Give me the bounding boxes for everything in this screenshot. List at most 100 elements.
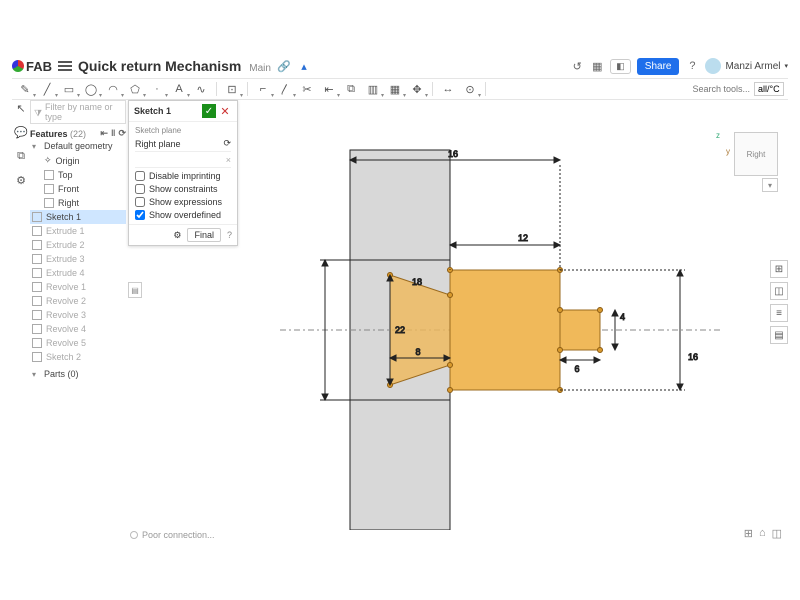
panel-settings-icon[interactable]: ⚙ <box>173 230 181 241</box>
tool-sketch[interactable]: ✎▾ <box>16 80 34 98</box>
checkbox[interactable] <box>135 184 145 194</box>
opt-show-constraints[interactable]: Show constraints <box>135 184 231 194</box>
tree-plane-top[interactable]: Top <box>30 168 126 182</box>
tool-transform[interactable]: ✥▾ <box>408 80 426 98</box>
tree-collapse-icon[interactable]: ⇤ <box>100 128 108 139</box>
right-tool-2[interactable]: ◫ <box>770 282 788 300</box>
dim-4: 4 <box>620 312 625 322</box>
footer-icon-3[interactable]: ◫ <box>772 527 782 540</box>
tree-origin[interactable]: ✧ Origin <box>30 153 126 168</box>
rail-comments-icon[interactable]: 💬 <box>13 124 29 140</box>
tree-feature[interactable]: Revolve 4 <box>30 322 126 336</box>
right-tool-1[interactable]: ⊞ <box>770 260 788 278</box>
clear-field-icon[interactable]: × <box>226 155 231 165</box>
feature-icon <box>32 254 42 264</box>
tree-feature[interactable]: Revolve 1 <box>30 280 126 294</box>
apps-icon[interactable]: ▦ <box>590 59 604 73</box>
sketch-plane-value[interactable]: Right plane <box>135 139 181 149</box>
tree-feature[interactable]: Sketch 2 <box>30 350 126 364</box>
app-switcher[interactable]: ◧ <box>610 59 631 74</box>
checkbox-label: Disable imprinting <box>149 171 221 181</box>
cancel-button[interactable]: ✕ <box>218 104 232 118</box>
tool-point[interactable]: ·▾ <box>148 80 166 98</box>
tree-item-label: Revolve 3 <box>46 310 86 320</box>
logo-text: FAB <box>26 59 52 74</box>
opt-show-overdefined[interactable]: Show overdefined <box>135 210 231 220</box>
tool-text[interactable]: A▾ <box>170 80 188 98</box>
tool-rect[interactable]: ▭▾ <box>60 80 78 98</box>
tool-trim[interactable]: ✂ <box>298 80 316 98</box>
tool-line[interactable]: ╱▾ <box>38 80 56 98</box>
app-logo[interactable]: FAB <box>12 59 52 74</box>
sketch-canvas[interactable]: 16 12 16 4 6 8 22 18 <box>240 110 760 530</box>
plane-icon <box>44 198 54 208</box>
tree-item-label: Extrude 3 <box>46 254 85 264</box>
tree-pause-icon[interactable]: ‖ <box>111 128 115 139</box>
tree-feature[interactable]: Extrude 3 <box>30 252 126 266</box>
units-input[interactable] <box>754 82 784 96</box>
footer-icon-2[interactable]: ⌂ <box>759 527 766 540</box>
tool-mirror[interactable]: ▥▾ <box>364 80 382 98</box>
tool-extend[interactable]: ⇤▾ <box>320 80 338 98</box>
tree-item-label: Top <box>58 170 73 180</box>
tree-default-geometry[interactable]: ▾ Default geometry <box>30 139 126 153</box>
footer-icon-1[interactable]: ⊞ <box>744 527 753 540</box>
tree-feature[interactable]: Revolve 3 <box>30 308 126 322</box>
bookmark-icon[interactable]: ▴ <box>297 59 311 73</box>
tool-polygon[interactable]: ⬠▾ <box>126 80 144 98</box>
opt-disable-imprinting[interactable]: Disable imprinting <box>135 171 231 181</box>
panel-help-icon[interactable]: ? <box>227 230 232 240</box>
tool-arc[interactable]: ◠▾ <box>104 80 122 98</box>
feature-icon <box>32 310 42 320</box>
tree-parts[interactable]: ▾ Parts (0) <box>30 367 126 381</box>
feature-filter[interactable]: ⧩ Filter by name or type <box>30 100 126 124</box>
tool-pattern[interactable]: ▦▾ <box>386 80 404 98</box>
checkbox[interactable] <box>135 210 145 220</box>
link-icon[interactable]: 🔗 <box>277 59 291 73</box>
panel-collapse-toggle[interactable]: ▤ <box>128 282 142 298</box>
tool-chamfer[interactable]: 〳▾ <box>276 80 294 98</box>
tree-item-label: Revolve 1 <box>46 282 86 292</box>
tool-circle[interactable]: ◯▾ <box>82 80 100 98</box>
tree-item-label: Revolve 5 <box>46 338 86 348</box>
rail-cursor-icon[interactable]: ↖ <box>13 100 29 116</box>
tool-spline[interactable]: ∿ <box>192 80 210 98</box>
checkbox[interactable] <box>135 171 145 181</box>
tree-feature[interactable]: Extrude 2 <box>30 238 126 252</box>
right-tool-4[interactable]: ▤ <box>770 326 788 344</box>
tree-item-label: Extrude 2 <box>46 240 85 250</box>
tool-constraint[interactable]: ⊙▾ <box>461 80 479 98</box>
tree-plane-front[interactable]: Front <box>30 182 126 196</box>
tree-feature[interactable]: Extrude 4 <box>30 266 126 280</box>
tool-offset[interactable]: ⧉ <box>342 80 360 98</box>
history-icon[interactable]: ⟳ <box>223 138 231 149</box>
tool-construction[interactable]: ⊡▾ <box>223 80 241 98</box>
tree-feature[interactable]: Revolve 5 <box>30 336 126 350</box>
tree-feature[interactable]: Revolve 2 <box>30 294 126 308</box>
feature-icon <box>32 226 42 236</box>
rail-versions-icon[interactable]: ⧉ <box>13 148 29 164</box>
confirm-button[interactable]: ✓ <box>202 104 216 118</box>
hamburger-menu-icon[interactable] <box>58 61 72 71</box>
feature-icon <box>32 268 42 278</box>
tool-dimension[interactable]: ↔ <box>439 80 457 98</box>
opt-show-expressions[interactable]: Show expressions <box>135 197 231 207</box>
separator <box>485 82 486 96</box>
sketch-icon <box>32 212 42 222</box>
tree-refresh-icon[interactable]: ⟳ <box>118 128 126 139</box>
history-icon[interactable]: ↺ <box>570 59 584 73</box>
checkbox[interactable] <box>135 197 145 207</box>
tree-feature-sketch1[interactable]: Sketch 1 <box>30 210 126 224</box>
tool-fillet[interactable]: ⌐▾ <box>254 80 272 98</box>
dim-12: 12 <box>518 233 528 243</box>
tree-plane-right[interactable]: Right <box>30 196 126 210</box>
rail-config-icon[interactable]: ⚙ <box>13 172 29 188</box>
help-icon[interactable]: ? <box>685 59 699 73</box>
user-menu[interactable]: Manzi Armel ▾ <box>705 58 788 74</box>
document-title[interactable]: Quick return Mechanism Main <box>78 58 271 74</box>
final-button[interactable]: Final <box>187 228 221 242</box>
tree-feature[interactable]: Extrude 1 <box>30 224 126 238</box>
right-tool-3[interactable]: ≡ <box>770 304 788 322</box>
share-button[interactable]: Share <box>637 58 680 75</box>
view-cube-menu[interactable]: ▾ <box>762 178 778 192</box>
